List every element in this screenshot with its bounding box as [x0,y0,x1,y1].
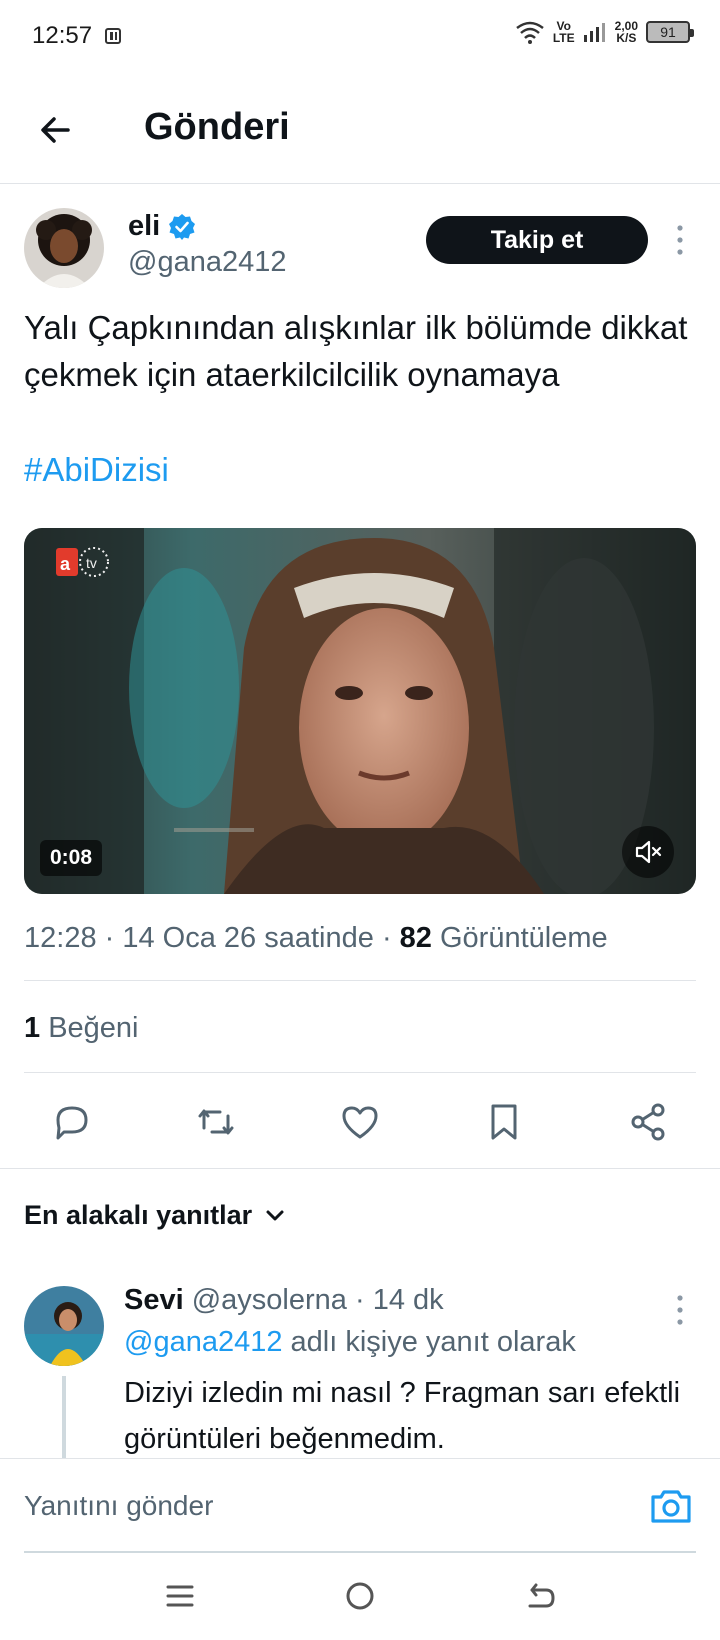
post-date: 14 Oca 26 saatinde [122,922,374,954]
retweet-icon[interactable] [194,1100,238,1144]
battery-level: 91 [660,24,676,40]
reply-icon[interactable] [50,1100,94,1144]
likes-link[interactable]: 1 Beğeni [24,1012,139,1045]
reply-author-name[interactable]: Sevi [124,1284,184,1316]
menu-icon[interactable] [158,1574,202,1618]
author-avatar[interactable] [24,208,104,288]
notification-icon [105,28,121,44]
more-vertical-icon[interactable] [666,220,694,260]
reply-input[interactable] [24,1481,624,1531]
section-divider [0,1168,720,1169]
channel-logo-icon: a tv [56,547,109,577]
verified-badge-icon [169,213,196,240]
video-thumbnail [24,528,696,894]
top-app-bar: Gönderi [0,80,720,184]
post-time: 12:28 [24,922,97,954]
network-type: Vo LTE [553,20,575,44]
author-handle[interactable]: @gana2412 [128,246,286,279]
views-count: 82 [399,922,432,954]
author-name[interactable]: eli [128,210,160,243]
more-vertical-icon[interactable] [666,1290,694,1330]
page-title: Gönderi [144,106,290,148]
camera-icon[interactable] [648,1483,694,1529]
reply-header: Sevi @aysolerna · 14 dk [124,1284,444,1316]
input-underline [24,1551,696,1553]
speaker-muted-icon [635,840,662,864]
share-icon[interactable] [626,1100,670,1144]
arrow-left-icon[interactable] [34,108,78,152]
status-time: 12:57 [32,22,93,49]
reply-context: @gana2412 adlı kişiye yanıt olarak [124,1326,576,1359]
status-bar: 12:57 Vo LTE 2,00 K/S 91 [0,0,720,72]
likes-label: Beğeni [48,1012,139,1044]
author-name-row[interactable]: eli [128,210,196,243]
reply-avatar[interactable] [24,1286,104,1366]
hashtag-link[interactable]: #AbiDizisi [24,446,169,493]
post-text: Yalı Çapkınından alışkınlar ilk bölümde … [24,309,688,393]
likes-count: 1 [24,1012,41,1044]
thread-line [62,1376,66,1466]
signal-icon [583,23,605,42]
speed-unit: K/S [616,31,637,45]
video-player[interactable]: a tv 0:08 [24,528,696,894]
reply-author-handle[interactable]: @aysolerna [192,1284,347,1316]
home-circle-icon[interactable] [338,1574,382,1618]
sort-label: En alakalı yanıtlar [24,1200,253,1230]
follow-button[interactable]: Takip et [426,216,648,264]
reply-composer [0,1458,720,1554]
heart-icon[interactable] [338,1100,382,1144]
video-duration: 0:08 [40,840,103,876]
mute-button[interactable] [622,826,674,878]
replies-sort-dropdown[interactable]: En alakalı yanıtlar [24,1200,286,1231]
action-bar [0,1094,720,1154]
reply-text: Diziyi izledin mi nasıl ? Fragman sarı e… [124,1377,681,1455]
svg-text:tv: tv [86,555,97,571]
chevron-down-icon [266,1210,284,1220]
reply-mention-link[interactable]: @gana2412 [124,1326,282,1358]
svg-text:a: a [60,554,71,574]
back-nav-icon[interactable] [518,1574,562,1618]
network-bottom: LTE [552,31,575,45]
bookmark-icon[interactable] [482,1100,526,1144]
divider [24,1072,696,1073]
reply-time: 14 dk [372,1284,444,1316]
divider [24,980,696,981]
wifi-icon [516,21,544,44]
status-icons: Vo LTE 2,00 K/S 91 [515,20,694,44]
reply-context-label: adlı kişiye yanıt olarak [290,1326,576,1358]
views-label: Görüntüleme [439,922,608,954]
post-meta: 12:28 · 14 Oca 26 saatinde · 82 Görüntül… [24,922,608,954]
network-speed: 2,00 K/S [615,20,638,44]
battery-icon: 91 [646,21,694,43]
system-nav-bar [0,1556,720,1640]
